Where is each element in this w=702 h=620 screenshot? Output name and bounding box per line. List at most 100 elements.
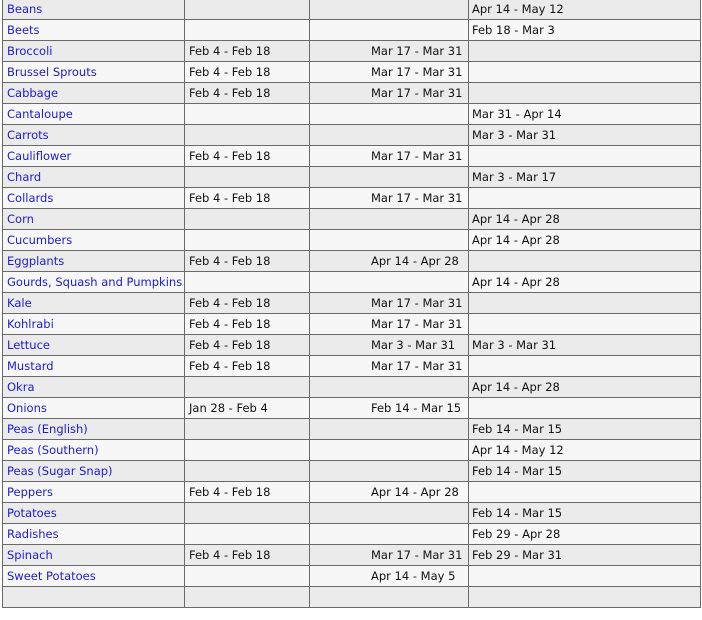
- vegetable-link[interactable]: Peas (English): [7, 422, 88, 436]
- vegetable-cell: Beets: [2, 19, 185, 41]
- date-range-cell: Mar 3 - Mar 17: [468, 166, 701, 188]
- vegetable-link[interactable]: Spinach: [7, 548, 53, 562]
- vegetable-cell: Collards: [2, 187, 185, 209]
- vegetable-cell: Peas (English): [2, 418, 185, 440]
- date-range-cell: [309, 0, 469, 20]
- vegetable-link[interactable]: Mustard: [7, 359, 54, 373]
- vegetable-link[interactable]: Lettuce: [7, 338, 50, 352]
- vegetable-cell: Kale: [2, 292, 185, 314]
- date-range-cell: Feb 14 - Mar 15: [468, 460, 701, 482]
- vegetable-link[interactable]: Gourds, Squash and Pumpkins: [7, 275, 182, 289]
- date-range-cell: [468, 313, 701, 335]
- vegetable-link[interactable]: Peppers: [7, 485, 53, 499]
- table-row: Sweet Potatoes Apr 14 - May 5: [2, 565, 701, 587]
- date-range-cell: Feb 4 - Feb 18: [184, 61, 310, 83]
- date-range-cell: Feb 4 - Feb 18: [184, 481, 310, 503]
- vegetable-link[interactable]: Potatoes: [7, 506, 57, 520]
- date-range-cell: Apr 14 - May 12: [468, 439, 701, 461]
- date-range-cell: [184, 376, 310, 398]
- date-range-cell: [468, 82, 701, 104]
- date-range-cell: [309, 103, 469, 125]
- vegetable-cell: Okra: [2, 376, 185, 398]
- table-row: Cabbage Feb 4 - Feb 18 Mar 17 - Mar 31: [2, 82, 701, 104]
- date-range-cell: [468, 145, 701, 167]
- date-range-cell: Apr 14 - Apr 28: [468, 229, 701, 251]
- date-range-cell: [309, 502, 469, 524]
- date-range-cell: [184, 271, 310, 293]
- table-row: Brussel Sprouts Feb 4 - Feb 18 Mar 17 - Ma…: [2, 61, 701, 83]
- vegetable-link[interactable]: Brussel Sprouts: [7, 65, 97, 79]
- table-row: Gourds, Squash and Pumpkins Apr 14 - Apr …: [2, 271, 701, 293]
- vegetable-link[interactable]: Kohlrabi: [7, 317, 54, 331]
- vegetable-link[interactable]: Sweet Potatoes: [7, 569, 96, 583]
- table-row: Corn Apr 14 - Apr 28: [2, 208, 701, 230]
- date-range-cell: [309, 418, 469, 440]
- table-row: Cucumbers Apr 14 - Apr 28: [2, 229, 701, 251]
- date-range-cell: [309, 208, 469, 230]
- date-range-cell: [184, 502, 310, 524]
- date-range-cell: Mar 17 - Mar 31: [309, 544, 469, 566]
- table-row: [2, 586, 701, 608]
- date-range-cell: Mar 3 - Mar 31: [309, 334, 469, 356]
- date-range-cell: Mar 3 - Mar 31: [468, 124, 701, 146]
- vegetable-link[interactable]: Peas (Sugar Snap): [7, 464, 113, 478]
- date-range-cell: [184, 208, 310, 230]
- vegetable-cell: Cabbage: [2, 82, 185, 104]
- date-range-cell: [468, 40, 701, 62]
- date-range-cell: [184, 565, 310, 587]
- vegetable-link[interactable]: Radishes: [7, 527, 59, 541]
- date-range-cell: [309, 376, 469, 398]
- vegetable-cell: Broccoli: [2, 40, 185, 62]
- vegetable-link[interactable]: Cucumbers: [7, 233, 72, 247]
- table-row: Spinach Feb 4 - Feb 18 Mar 17 - Mar 31 Feb …: [2, 544, 701, 566]
- vegetable-cell: Gourds, Squash and Pumpkins: [2, 271, 185, 293]
- date-range-cell: [184, 523, 310, 545]
- date-range-cell: Feb 4 - Feb 18: [184, 187, 310, 209]
- date-range-cell: Feb 18 - Mar 3: [468, 19, 701, 41]
- date-range-cell: [468, 250, 701, 272]
- date-range-cell: Mar 17 - Mar 31: [309, 145, 469, 167]
- vegetable-link[interactable]: Beans: [7, 2, 42, 16]
- date-range-cell: Apr 14 - Apr 28: [468, 271, 701, 293]
- date-range-cell: Apr 14 - Apr 28: [468, 208, 701, 230]
- date-range-cell: [184, 124, 310, 146]
- vegetable-link[interactable]: Cauliflower: [7, 149, 71, 163]
- table-row: Cantaloupe Mar 31 - Apr 14: [2, 103, 701, 125]
- date-range-cell: Feb 4 - Feb 18: [184, 313, 310, 335]
- vegetable-cell: Peas (Sugar Snap): [2, 460, 185, 482]
- vegetable-cell: Peas (Southern): [2, 439, 185, 461]
- vegetable-link[interactable]: Cantaloupe: [7, 107, 73, 121]
- date-range-cell: [309, 229, 469, 251]
- date-range-cell: [309, 166, 469, 188]
- vegetable-link[interactable]: Kale: [7, 296, 32, 310]
- date-range-cell: [184, 229, 310, 251]
- date-range-cell: Feb 14 - Mar 15: [468, 502, 701, 524]
- vegetable-link[interactable]: Cabbage: [7, 86, 58, 100]
- table-row: Beans Apr 14 - May 12: [2, 0, 701, 20]
- date-range-cell: Feb 29 - Mar 31: [468, 544, 701, 566]
- date-range-cell: [468, 355, 701, 377]
- vegetable-link[interactable]: Corn: [7, 212, 34, 226]
- vegetable-link[interactable]: Chard: [7, 170, 41, 184]
- vegetable-link[interactable]: Eggplants: [7, 254, 64, 268]
- vegetable-link[interactable]: Onions: [7, 401, 47, 415]
- date-range-cell: Feb 29 - Apr 28: [468, 523, 701, 545]
- date-range-cell: [184, 460, 310, 482]
- vegetable-cell: Carrots: [2, 124, 185, 146]
- vegetable-link[interactable]: Okra: [7, 380, 35, 394]
- date-range-cell: [309, 271, 469, 293]
- vegetable-link[interactable]: Carrots: [7, 128, 49, 142]
- vegetable-link[interactable]: Broccoli: [7, 44, 52, 58]
- table-row: Collards Feb 4 - Feb 18 Mar 17 - Mar 31: [2, 187, 701, 209]
- vegetable-cell: Peppers: [2, 481, 185, 503]
- date-range-cell: [468, 586, 701, 608]
- vegetable-link[interactable]: Collards: [7, 191, 53, 205]
- date-range-cell: [184, 418, 310, 440]
- date-range-cell: Mar 17 - Mar 31: [309, 61, 469, 83]
- date-range-cell: Feb 4 - Feb 18: [184, 292, 310, 314]
- date-range-cell: [309, 586, 469, 608]
- vegetable-cell: Brussel Sprouts: [2, 61, 185, 83]
- vegetable-link[interactable]: Peas (Southern): [7, 443, 99, 457]
- date-range-cell: Jan 28 - Feb 4: [184, 397, 310, 419]
- vegetable-link[interactable]: Beets: [7, 23, 40, 37]
